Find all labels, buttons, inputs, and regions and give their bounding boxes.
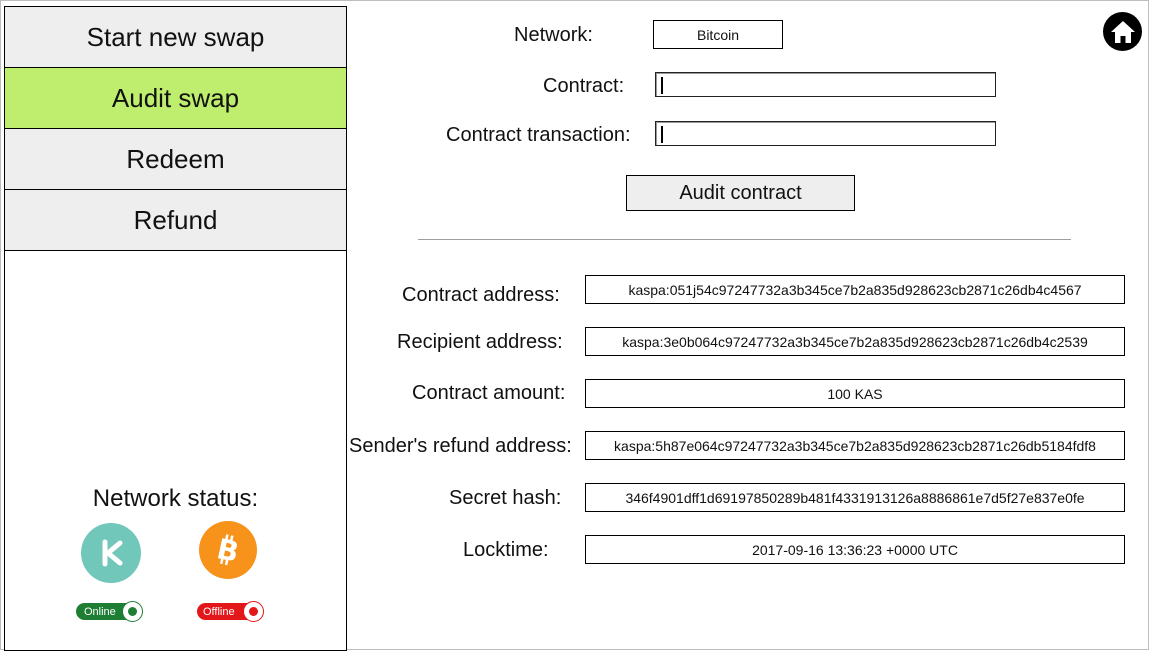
kaspa-status-toggle[interactable]: Online <box>76 601 143 622</box>
network-select[interactable]: Bitcoin <box>653 20 783 49</box>
bitcoin-status-toggle[interactable]: Offline <box>197 601 264 622</box>
home-button[interactable] <box>1103 12 1142 51</box>
contract-label: Contract: <box>543 75 625 97</box>
toggle-knob <box>243 601 264 622</box>
nav-refund[interactable]: Refund <box>5 190 346 251</box>
locktime-label: Locktime: <box>463 539 549 561</box>
home-icon <box>1110 20 1135 43</box>
contract-address-value: kaspa:051j54c97247732a3b345ce7b2a835d928… <box>585 275 1125 304</box>
sidebar: Start new swap Audit swap Redeem Refund … <box>4 6 347 651</box>
refund-address-value: kaspa:5h87e064c97247732a3b345ce7b2a835d9… <box>585 431 1125 460</box>
refund-address-label: Sender's refund address: <box>349 435 572 457</box>
bitcoin-status-text: Offline <box>203 605 235 618</box>
kaspa-status-text: Online <box>84 605 116 618</box>
recipient-address-label: Recipient address: <box>397 331 563 353</box>
secret-hash-value: 346f4901dff1d69197850289b481f4331913126a… <box>585 483 1125 512</box>
secret-hash-label: Secret hash: <box>449 487 562 509</box>
bitcoin-icon: B <box>199 521 257 579</box>
text-caret <box>661 126 663 143</box>
contract-amount-value: 100 KAS <box>585 379 1125 408</box>
nav-redeem[interactable]: Redeem <box>5 129 346 190</box>
network-label: Network: <box>514 24 593 46</box>
contract-amount-label: Contract amount: <box>412 382 566 404</box>
nav-start-new-swap[interactable]: Start new swap <box>5 7 346 68</box>
contract-transaction-label: Contract transaction: <box>446 124 631 146</box>
locktime-value: 2017-09-16 13:36:23 +0000 UTC <box>585 535 1125 564</box>
toggle-knob <box>122 601 143 622</box>
divider <box>418 239 1071 240</box>
kaspa-icon <box>81 523 141 583</box>
recipient-address-value: kaspa:3e0b064c97247732a3b345ce7b2a835d92… <box>585 327 1125 356</box>
text-caret <box>661 77 663 94</box>
contract-address-label: Contract address: <box>402 284 560 306</box>
network-status-label: Network status: <box>92 485 259 512</box>
audit-contract-button[interactable]: Audit contract <box>626 175 855 211</box>
nav-audit-swap[interactable]: Audit swap <box>5 68 346 129</box>
contract-transaction-input[interactable] <box>655 121 996 146</box>
contract-input[interactable] <box>655 72 996 97</box>
